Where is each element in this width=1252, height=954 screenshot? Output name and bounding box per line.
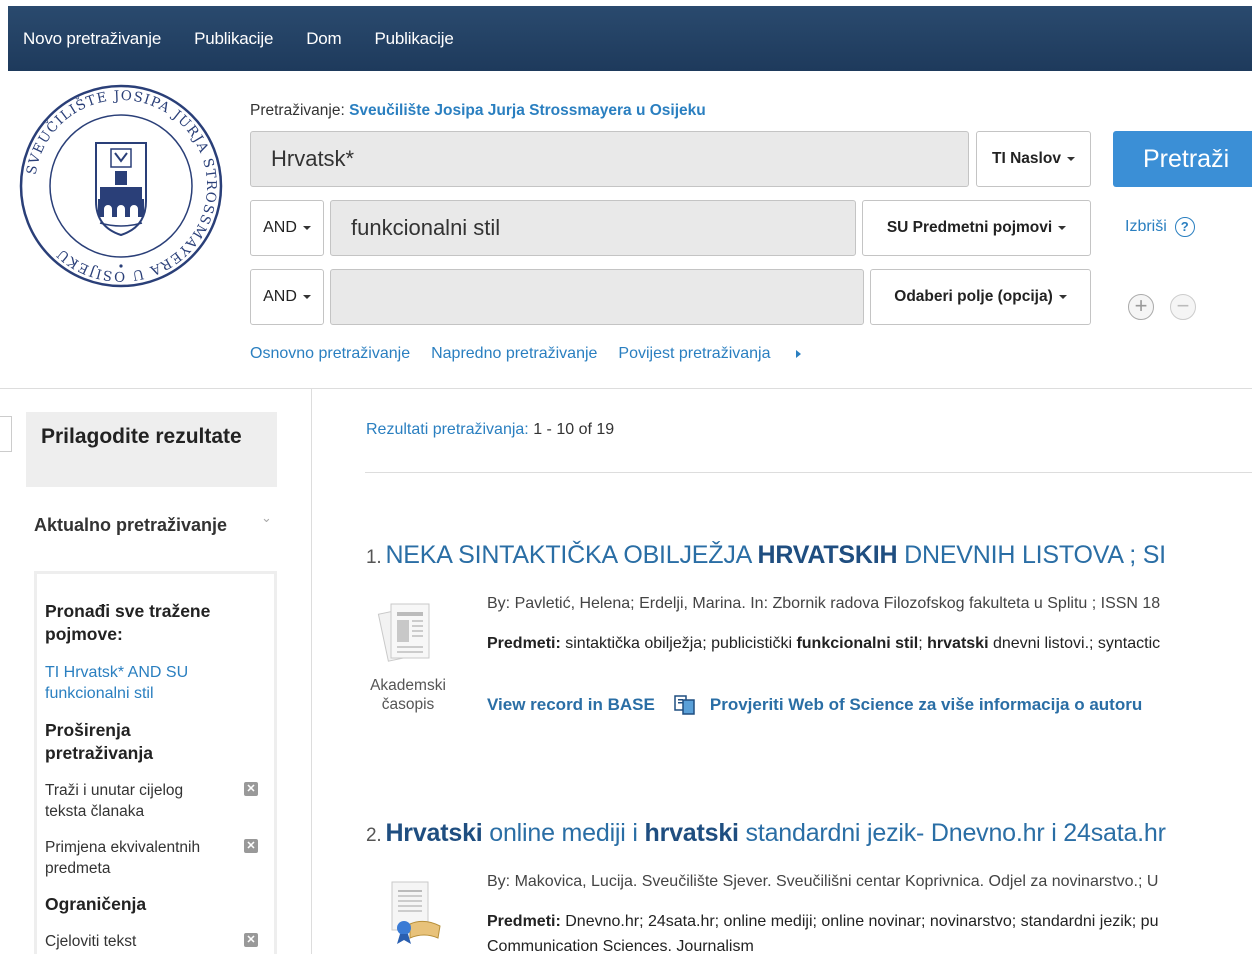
result-title-part: online mediji i	[482, 819, 645, 847]
chevron-down-icon[interactable]: ⌄	[261, 510, 272, 526]
field-select-1[interactable]: TI Naslov	[976, 131, 1091, 187]
search-input-1-value: Hrvatsk*	[271, 146, 355, 171]
result-1-type: Akademski časopis	[370, 677, 446, 713]
result-2-subjects: Predmeti: Dnevno.hr; 24sata.hr; online m…	[487, 913, 1158, 931]
academic-journal-icon[interactable]	[377, 600, 445, 670]
search-history-link[interactable]: Povijest pretraživanja	[618, 345, 821, 363]
find-all-query-link[interactable]: TI Hrvatsk* AND SU funkcionalni stil	[45, 662, 235, 704]
result-2-meta: By: Makovica, Lucija. Sveučilište Sjever…	[487, 873, 1159, 890]
field-select-3-label: Odaberi polje (opcija)	[894, 288, 1053, 305]
subjects-highlight: hrvatski	[927, 635, 989, 652]
search-input-2[interactable]: funkcionalni stil	[330, 200, 856, 256]
results-count-value: 1 - 10 of 19	[533, 421, 615, 438]
clear-link[interactable]: Izbriši ?	[1125, 217, 1195, 237]
caret-down-icon	[302, 295, 311, 299]
result-1-links: View record in BASE Provjeriti Web of Sc…	[487, 694, 1142, 716]
result-2-subjects-line2: Communication Sciences. Journalism	[487, 938, 754, 954]
result-title-part: standardni jezik- Dnevno.hr i 24sata.hr	[738, 819, 1166, 847]
search-input-1[interactable]: Hrvatsk*	[250, 131, 969, 187]
nav-publications-2[interactable]: Publikacije	[375, 29, 454, 49]
caret-down-icon	[1058, 226, 1067, 230]
nav-publications[interactable]: Publikacije	[194, 29, 273, 49]
result-2-title[interactable]: 2. Hrvatski online mediji i hrvatski stan…	[366, 819, 1166, 848]
result-number: 1.	[366, 547, 382, 568]
field-select-1-label: TI Naslov	[992, 150, 1061, 167]
help-icon[interactable]: ?	[1174, 217, 1195, 237]
caret-down-icon	[302, 226, 311, 230]
searching-label: Pretraživanje: Sveučilište Josipa Jurja …	[250, 102, 706, 120]
subjects-text: sintaktička obilježja; publicistički	[560, 635, 797, 652]
thesis-icon[interactable]	[382, 876, 450, 946]
caret-down-icon	[1066, 157, 1075, 161]
basic-search-link[interactable]: Osnovno pretraživanje	[250, 345, 410, 363]
divider	[365, 472, 1252, 473]
sidebar-toggle-tab[interactable]	[0, 416, 12, 452]
nav-home[interactable]: Dom	[306, 29, 341, 49]
field-select-3[interactable]: Odaberi polje (opcija)	[870, 269, 1091, 325]
remove-expander-icon[interactable]: ✕	[244, 839, 258, 853]
searching-source-link[interactable]: Sveučilište Josipa Jurja Strossmayera u …	[349, 102, 706, 119]
search-button[interactable]: Pretraži	[1113, 131, 1252, 187]
nav-new-search[interactable]: Novo pretraživanje	[23, 29, 161, 49]
search-mode-links: Osnovno pretraživanje Napredno pretraživ…	[250, 345, 843, 363]
expanders-heading: Proširenja pretraživanja	[45, 720, 153, 763]
subjects-text: dnevni listovi.; syntactic	[988, 635, 1161, 652]
result-1-meta: By: Pavletić, Helena; Erdelji, Marina. I…	[487, 595, 1161, 612]
web-of-science-link[interactable]: Provjeriti Web of Science za više inform…	[710, 695, 1142, 715]
remove-expander-icon[interactable]: ✕	[244, 782, 258, 796]
bool-select-2-label: AND	[263, 219, 297, 236]
searching-prefix: Pretraživanje:	[250, 102, 345, 119]
results-count: Rezultati pretraživanja: 1 - 10 of 19	[366, 421, 614, 439]
divider	[311, 389, 312, 954]
expander-equivalent-label: Primjena ekvivalentnih predmeta	[45, 839, 201, 877]
university-seal-logo[interactable]: SVEUČILIŠTE JOSIPA JURJA STROSSMAYERA U …	[18, 83, 224, 289]
result-number: 2.	[366, 825, 382, 846]
subjects-text: Dnevno.hr; 24sata.hr; online mediji; onl…	[560, 913, 1159, 930]
result-title-part: NEKA SINTAKTIČKA OBILJEŽJA	[385, 541, 758, 569]
refine-results-header: Prilagodite rezultate	[26, 412, 277, 487]
result-title-highlight: Hrvatski	[385, 819, 483, 847]
limiters-heading: Ograničenja	[45, 894, 147, 914]
limiter-fulltext-label: Cjeloviti tekst	[45, 933, 137, 950]
search-history-label: Povijest pretraživanja	[618, 345, 771, 362]
field-select-2-label: SU Predmetni pojmovi	[886, 219, 1053, 236]
subjects-highlight: funkcionalni stil	[796, 635, 919, 652]
expander-fulltext-label: Traži i unutar cijelog teksta članaka	[45, 782, 184, 820]
remove-row-icon[interactable]: −	[1170, 294, 1196, 320]
subjects-label: Predmeti:	[487, 635, 561, 652]
clear-label: Izbriši	[1125, 218, 1167, 235]
result-1-title[interactable]: 1. NEKA SINTAKTIČKA OBILJEŽJA HRVATSKIH D…	[366, 541, 1166, 570]
web-of-science-icon[interactable]	[673, 694, 697, 716]
field-select-2[interactable]: SU Predmetni pojmovi	[862, 200, 1091, 256]
result-title-part: DNEVNIH LISTOVA ; SI	[897, 541, 1166, 569]
subjects-text: ;	[918, 635, 928, 652]
bool-select-3-label: AND	[263, 288, 297, 305]
divider	[0, 388, 1252, 389]
arrow-right-icon	[795, 350, 801, 358]
search-input-2-value: funkcionalni stil	[351, 215, 501, 240]
remove-limiter-icon[interactable]: ✕	[244, 933, 258, 947]
current-search-heading[interactable]: Aktualno pretraživanje	[34, 512, 234, 538]
advanced-search-link[interactable]: Napredno pretraživanje	[431, 345, 597, 363]
search-input-3[interactable]	[330, 269, 864, 325]
view-record-base-link[interactable]: View record in BASE	[487, 695, 655, 715]
result-title-highlight: HRVATSKIH	[757, 541, 898, 569]
find-all-heading: Pronađi sve tražene pojmove:	[45, 601, 211, 644]
bool-select-2[interactable]: AND	[250, 200, 324, 256]
subjects-label: Predmeti:	[487, 913, 561, 930]
top-navigation: Novo pretraživanje Publikacije Dom Publi…	[8, 6, 1252, 71]
bool-select-3[interactable]: AND	[250, 269, 324, 325]
add-row-icon[interactable]: +	[1128, 294, 1154, 320]
caret-down-icon	[1058, 295, 1067, 299]
result-1-subjects: Predmeti: sintaktička obilježja; publici…	[487, 635, 1160, 653]
results-count-label: Rezultati pretraživanja:	[366, 421, 529, 438]
result-title-highlight: hrvatski	[644, 819, 739, 847]
